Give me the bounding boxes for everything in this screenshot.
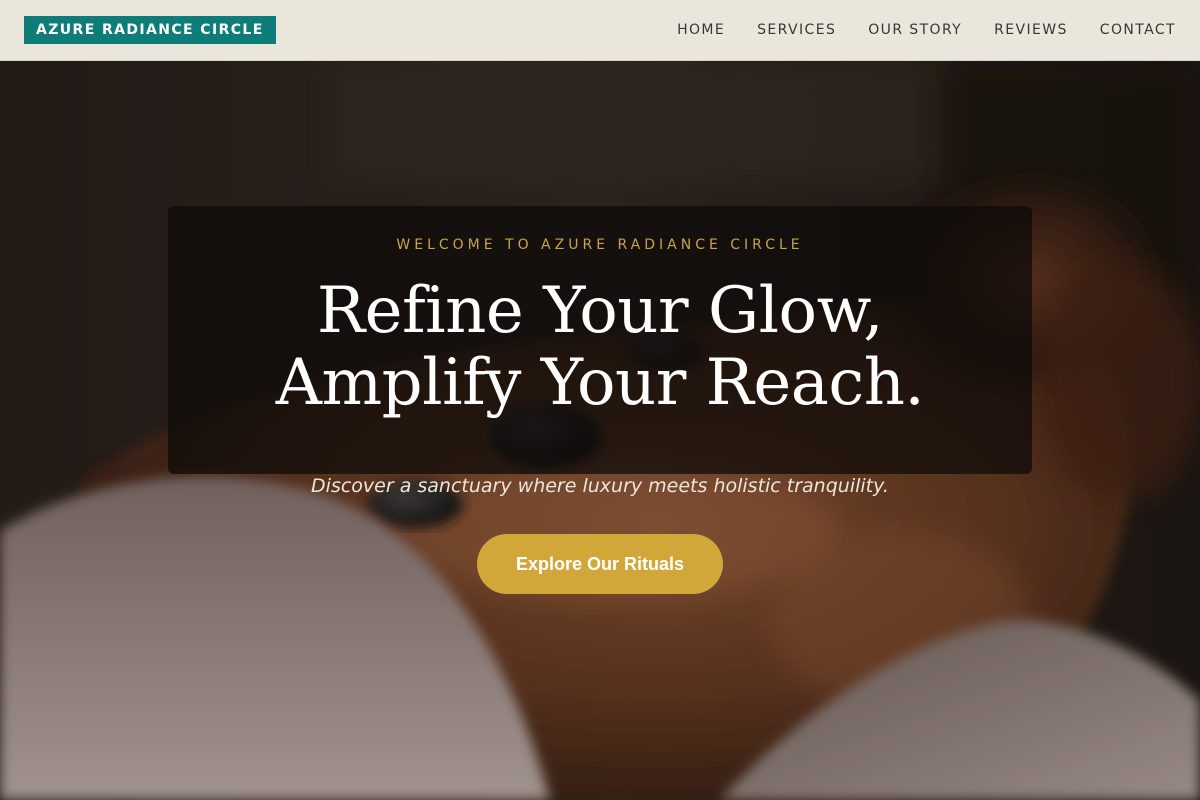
brand-logo[interactable]: AZURE RADIANCE CIRCLE [24,16,276,44]
hero-title-line-1: Refine Your Glow, [316,274,884,348]
site-header: AZURE RADIANCE CIRCLE HOME SERVICES OUR … [0,0,1200,61]
hero-title-line-2: Amplify Your Reach. [275,346,925,420]
nav-home-link[interactable]: HOME [677,22,725,38]
hero-title: Refine Your Glow, Amplify Your Reach. [168,275,1032,419]
main-nav: HOME SERVICES OUR STORY REVIEWS CONTACT [645,22,1176,38]
nav-our-story-link[interactable]: OUR STORY [868,22,962,38]
nav-services-link[interactable]: SERVICES [757,22,836,38]
explore-rituals-button[interactable]: Explore Our Rituals [477,534,723,594]
nav-contact-link[interactable]: CONTACT [1100,22,1176,38]
hero-eyebrow: WELCOME TO AZURE RADIANCE CIRCLE [396,237,804,253]
hero-section: WELCOME TO AZURE RADIANCE CIRCLE Refine … [0,61,1200,800]
hero-tagline: Discover a sanctuary where luxury meets … [311,475,889,497]
nav-reviews-link[interactable]: REVIEWS [994,22,1068,38]
